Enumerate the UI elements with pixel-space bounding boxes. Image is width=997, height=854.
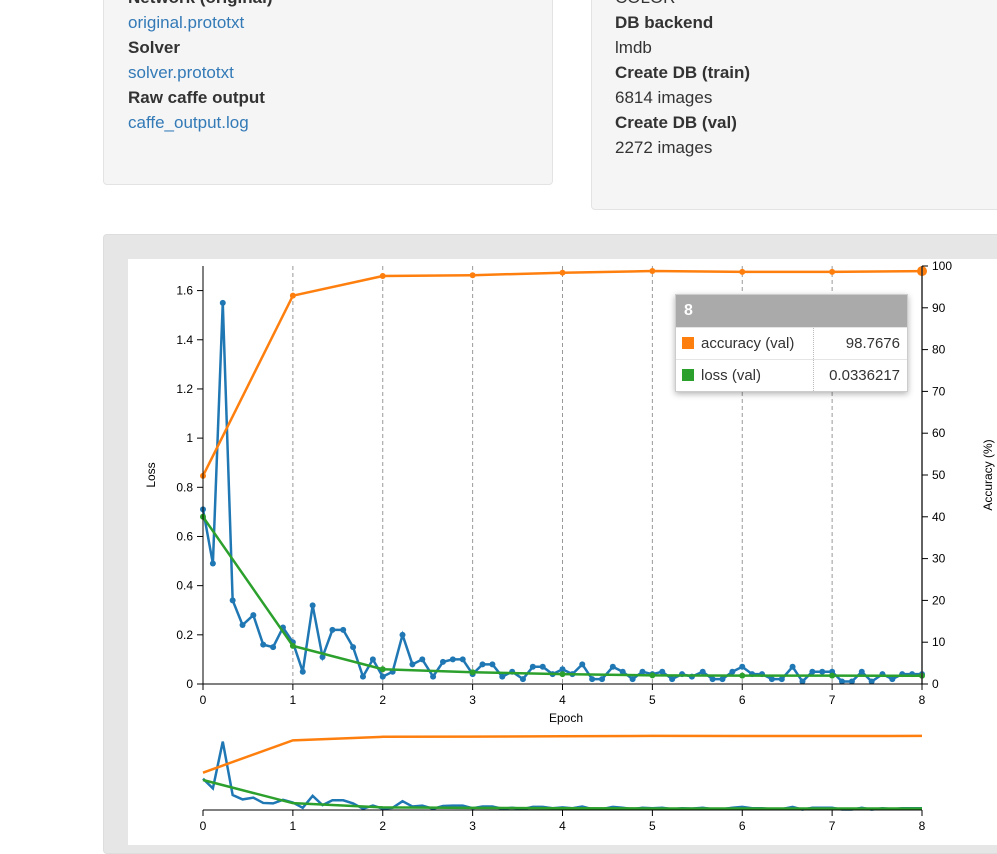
solver-label: Solver <box>128 38 180 57</box>
db-backend-value: lmdb <box>615 38 652 57</box>
tooltip-loss-value: 0.0336217 <box>813 359 907 391</box>
loss-swatch <box>682 369 694 381</box>
network-original-label: Network (original) <box>128 0 273 10</box>
create-db-val-label: Create DB (val) <box>615 113 737 132</box>
tooltip-title: 8 <box>676 295 907 327</box>
tooltip-loss-label: loss (val) <box>701 367 762 384</box>
caffe-output-link[interactable]: caffe_output.log <box>128 113 249 132</box>
create-db-train-value: 6814 images <box>615 88 713 107</box>
accuracy-swatch <box>682 337 694 349</box>
create-db-train-label: Create DB (train) <box>615 63 751 82</box>
tooltip-row-accuracy: accuracy (val) 98.7676 <box>676 327 907 360</box>
tooltip-accuracy-value: 98.7676 <box>813 327 907 360</box>
image-type-value: COLOR <box>615 0 750 10</box>
tooltip-row-loss: loss (val) 0.0336217 <box>676 359 907 391</box>
raw-caffe-output-label: Raw caffe output <box>128 88 265 107</box>
solver-link[interactable]: solver.prototxt <box>128 63 234 82</box>
chart-tooltip: 8 accuracy (val) 98.7676 loss (val) 0.03… <box>675 294 908 392</box>
dataset-info-list: COLOR DB backend lmdb Create DB (train) … <box>615 0 750 160</box>
tooltip-accuracy-label: accuracy (val) <box>701 335 795 352</box>
db-backend-label: DB backend <box>615 13 714 32</box>
job-info-list: Network (original) original.prototxt Sol… <box>128 0 273 135</box>
create-db-val-value: 2272 images <box>615 138 713 157</box>
network-original-link[interactable]: original.prototxt <box>128 13 244 32</box>
